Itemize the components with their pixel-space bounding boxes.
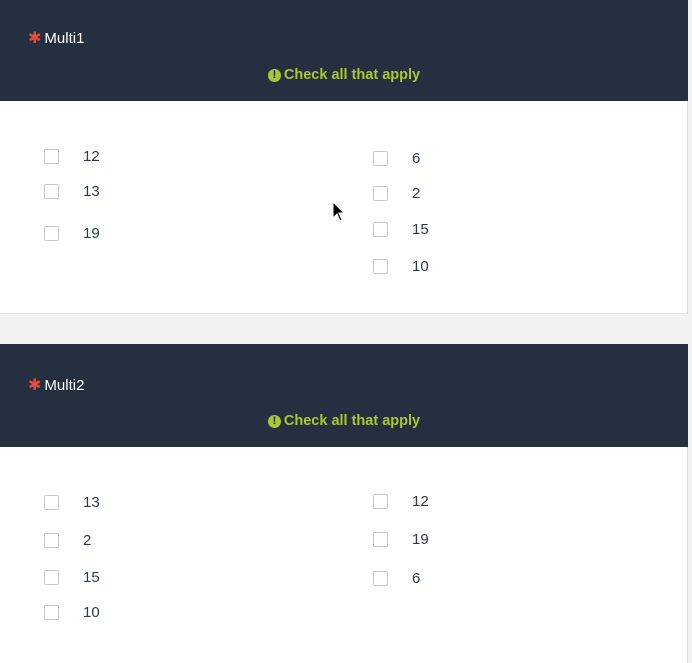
option-label: 15 — [412, 221, 429, 238]
option-checkbox[interactable] — [44, 605, 59, 620]
required-asterisk-icon: ✱ — [28, 376, 42, 394]
option-label: 13 — [83, 494, 100, 511]
option-label: 10 — [83, 604, 100, 621]
question-header: ✱ Multi2 ! Check all that apply — [0, 344, 688, 447]
exclamation-icon: ! — [267, 68, 281, 82]
option-checkbox[interactable] — [44, 570, 59, 585]
option-checkbox[interactable] — [373, 151, 388, 166]
question-title: ✱ Multi2 — [28, 377, 84, 394]
option-checkbox[interactable] — [373, 186, 388, 201]
option-checkbox[interactable] — [373, 259, 388, 274]
option-checkbox[interactable] — [373, 494, 388, 509]
instruction-hint-text: Check all that apply — [283, 67, 421, 83]
instruction-hint-text: Check all that apply — [283, 413, 421, 429]
option-label: 19 — [412, 531, 429, 548]
option-checkbox[interactable] — [44, 495, 59, 510]
option-15[interactable]: 15 — [44, 569, 100, 586]
option-checkbox[interactable] — [44, 184, 59, 199]
option-2[interactable]: 2 — [373, 185, 420, 202]
option-checkbox[interactable] — [373, 222, 388, 237]
required-asterisk-icon: ✱ — [28, 29, 42, 47]
option-2[interactable]: 2 — [44, 532, 91, 549]
option-label: 10 — [412, 258, 429, 275]
question-title-text: Multi2 — [44, 377, 85, 394]
question-header: ✱ Multi1 ! Check all that apply — [0, 0, 688, 101]
option-label: 12 — [412, 493, 429, 510]
question-multi1: ✱ Multi1 ! Check all that apply 12 13 19… — [0, 0, 688, 314]
options-panel: 13 2 15 10 12 19 6 — [0, 447, 688, 663]
option-label: 13 — [83, 183, 100, 200]
option-checkbox[interactable] — [373, 571, 388, 586]
option-label: 6 — [412, 570, 421, 587]
instruction-hint: ! Check all that apply — [0, 413, 688, 429]
option-6[interactable]: 6 — [373, 150, 420, 167]
question-title-text: Multi1 — [44, 30, 85, 47]
option-15[interactable]: 15 — [373, 221, 429, 238]
option-12[interactable]: 12 — [373, 493, 429, 510]
option-label: 2 — [412, 185, 421, 202]
option-10[interactable]: 10 — [44, 604, 100, 621]
option-label: 15 — [83, 569, 100, 586]
option-19[interactable]: 19 — [44, 225, 100, 242]
option-13[interactable]: 13 — [44, 494, 100, 511]
exclamation-icon: ! — [267, 414, 281, 428]
mouse-cursor-icon — [332, 200, 346, 228]
option-10[interactable]: 10 — [373, 258, 429, 275]
option-checkbox[interactable] — [44, 149, 59, 164]
instruction-hint: ! Check all that apply — [0, 67, 688, 83]
option-checkbox[interactable] — [373, 532, 388, 547]
option-checkbox[interactable] — [44, 533, 59, 548]
option-checkbox[interactable] — [44, 226, 59, 241]
option-19[interactable]: 19 — [373, 531, 429, 548]
option-13[interactable]: 13 — [44, 183, 100, 200]
option-label: 6 — [412, 150, 421, 167]
option-12[interactable]: 12 — [44, 148, 100, 165]
option-label: 19 — [83, 225, 100, 242]
question-title: ✱ Multi1 — [28, 30, 84, 47]
option-label: 12 — [83, 148, 100, 165]
question-multi2: ✱ Multi2 ! Check all that apply 13 2 15 … — [0, 344, 688, 663]
option-label: 2 — [83, 532, 92, 549]
option-6[interactable]: 6 — [373, 570, 420, 587]
